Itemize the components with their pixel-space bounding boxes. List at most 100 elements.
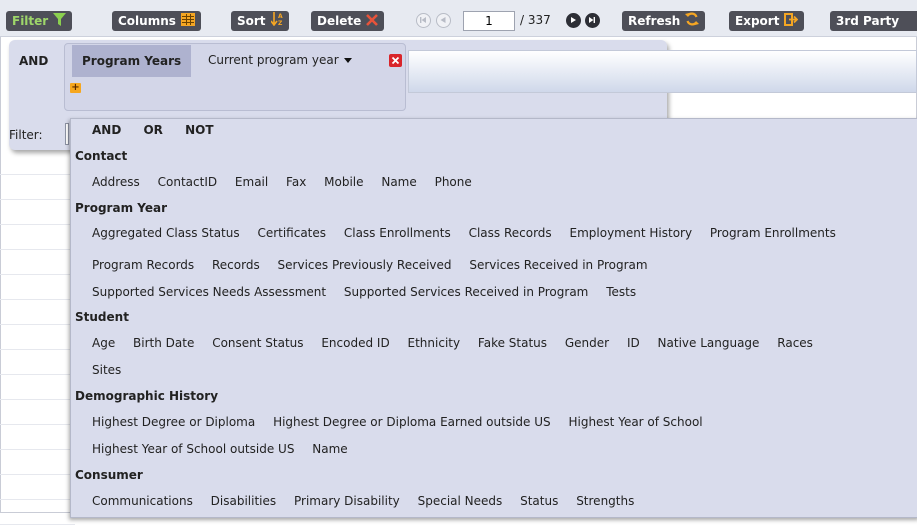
field-option[interactable]: Ethnicity [408, 336, 461, 350]
field-option[interactable]: Disabilities [211, 494, 276, 508]
operator-and[interactable]: AND [92, 123, 121, 137]
operator-not[interactable]: NOT [185, 123, 213, 137]
field-option[interactable]: Employment History [570, 226, 693, 240]
field-row: Sites [92, 363, 135, 377]
refresh-button-label: Refresh [628, 14, 681, 28]
remove-condition-button[interactable] [389, 54, 402, 67]
field-option[interactable]: Communications [92, 494, 193, 508]
filter-text-input[interactable] [65, 123, 69, 145]
field-option[interactable]: Age [92, 336, 115, 350]
field-option[interactable]: Name [312, 442, 347, 456]
columns-button-label: Columns [118, 14, 176, 28]
export-button-label: Export [735, 14, 780, 28]
delete-button-label: Delete [317, 14, 362, 28]
field-row: Highest Year of School outside US Name [92, 442, 362, 456]
root-operator-label[interactable]: AND [19, 54, 48, 68]
funnel-icon [53, 12, 67, 32]
first-page-icon[interactable] [416, 13, 431, 28]
field-option[interactable]: Email [235, 175, 268, 189]
category-consumer: Consumer [75, 468, 143, 482]
field-option[interactable]: Services Received in Program [469, 258, 647, 272]
field-row: Communications Disabilities Primary Disa… [92, 494, 648, 508]
sort-button-label: Sort [237, 14, 266, 28]
field-option[interactable]: Primary Disability [294, 494, 400, 508]
chevron-down-icon [343, 58, 352, 63]
next-page-icon[interactable] [566, 13, 581, 28]
page-total-label: / 337 [520, 13, 551, 27]
field-option[interactable]: Name [381, 175, 416, 189]
add-condition-button[interactable]: + [70, 83, 81, 93]
field-option[interactable]: Status [520, 494, 558, 508]
field-option[interactable]: Birth Date [133, 336, 194, 350]
field-row: Address ContactID Email Fax Mobile Name … [92, 175, 486, 189]
filter-button[interactable]: Filter [6, 11, 73, 32]
category-student: Student [75, 310, 129, 324]
field-row: Highest Degree or Diploma Highest Degree… [92, 415, 717, 429]
field-option[interactable]: Class Records [469, 226, 552, 240]
columns-button[interactable]: Columns [112, 11, 201, 31]
field-row: Supported Services Needs Assessment Supp… [92, 285, 650, 299]
field-row: Age Birth Date Consent Status Encoded ID… [92, 336, 827, 350]
page-number-input[interactable] [463, 11, 515, 31]
field-option[interactable]: Highest Degree or Diploma Earned outside… [273, 415, 551, 429]
category-demographic-history: Demographic History [75, 389, 219, 403]
third-party-button[interactable]: 3rd Party [830, 11, 917, 31]
operator-or[interactable]: OR [143, 123, 162, 137]
field-option[interactable]: Consent Status [212, 336, 303, 350]
field-option[interactable]: ID [627, 336, 640, 350]
last-page-icon[interactable] [585, 13, 600, 28]
field-option[interactable]: Special Needs [418, 494, 503, 508]
refresh-icon [685, 12, 700, 32]
delete-x-icon [366, 12, 379, 32]
export-icon [784, 12, 799, 32]
field-row: Program Records Records Services Previou… [92, 258, 662, 272]
condition-value-label: Current program year [208, 53, 339, 67]
condition-value-dropdown[interactable]: Current program year [208, 53, 352, 67]
category-contact: Contact [75, 149, 128, 163]
field-option[interactable]: Program Enrollments [710, 226, 836, 240]
svg-text:A: A [278, 13, 283, 20]
field-option[interactable]: Fake Status [478, 336, 547, 350]
grid-header-bar [408, 50, 917, 93]
field-option[interactable]: Sites [92, 363, 121, 377]
category-program-year: Program Year [75, 201, 167, 215]
field-option[interactable]: Phone [435, 175, 472, 189]
field-option[interactable]: Highest Degree or Diploma [92, 415, 255, 429]
field-option[interactable]: Strengths [576, 494, 634, 508]
field-option[interactable]: Tests [606, 285, 636, 299]
field-option[interactable]: Encoded ID [321, 336, 389, 350]
columns-icon [180, 12, 195, 32]
field-option[interactable]: Highest Year of School outside US [92, 442, 294, 456]
svg-text:Z: Z [278, 20, 283, 26]
field-row: Aggregated Class Status Certificates Cla… [92, 226, 850, 240]
sort-az-icon: AZ [269, 11, 283, 32]
data-grid-rows [0, 150, 75, 525]
field-option[interactable]: Records [212, 258, 260, 272]
field-option[interactable]: Services Previously Received [278, 258, 452, 272]
refresh-button[interactable]: Refresh [622, 11, 706, 32]
third-party-button-label: 3rd Party [836, 14, 900, 28]
condition-field-chip[interactable]: Program Years [72, 45, 192, 77]
field-option[interactable]: Native Language [658, 336, 760, 350]
field-option[interactable]: Highest Year of School [568, 415, 702, 429]
close-icon [391, 56, 400, 65]
field-option[interactable]: Mobile [324, 175, 363, 189]
field-option[interactable]: Races [777, 336, 813, 350]
filter-button-label: Filter [12, 14, 49, 28]
previous-page-icon[interactable] [436, 13, 451, 28]
field-option[interactable]: Fax [286, 175, 306, 189]
export-button[interactable]: Export [729, 11, 805, 32]
field-option[interactable]: Address [92, 175, 140, 189]
field-option[interactable]: Class Enrollments [344, 226, 451, 240]
field-option[interactable]: Aggregated Class Status [92, 226, 240, 240]
field-option[interactable]: Gender [565, 336, 609, 350]
delete-button[interactable]: Delete [311, 11, 385, 32]
field-option[interactable]: Program Records [92, 258, 194, 272]
field-option[interactable]: Supported Services Received in Program [344, 285, 588, 299]
field-option[interactable]: Certificates [257, 226, 326, 240]
filter-row-label: Filter: [9, 128, 43, 142]
toolbar: Filter Columns SortAZ Delete / 337 Refre… [0, 0, 917, 37]
field-option[interactable]: Supported Services Needs Assessment [92, 285, 326, 299]
field-option[interactable]: ContactID [158, 175, 217, 189]
sort-button[interactable]: Sort A Z [231, 11, 289, 31]
